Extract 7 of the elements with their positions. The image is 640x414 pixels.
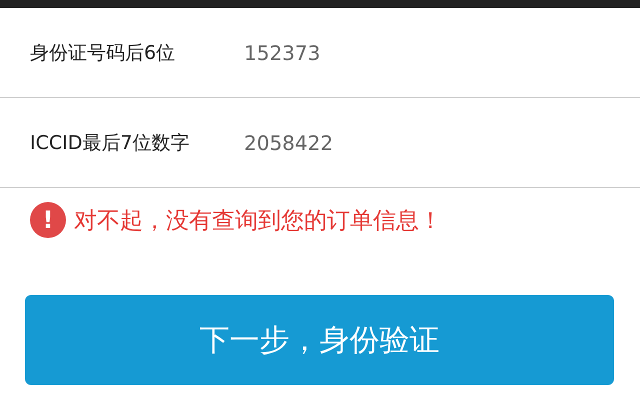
next-button[interactable]: 下一步，身份验证 [25,295,614,385]
error-message: 对不起，没有查询到您的订单信息！ [74,206,442,236]
alert-icon: ! [30,202,66,238]
input-field[interactable]: 152373 [244,40,544,64]
input-field[interactable]: 2058422 [244,130,544,154]
field-label: ICCID最后7位数字 [30,130,190,156]
field-label: 身份证号码后6位 [30,40,176,66]
